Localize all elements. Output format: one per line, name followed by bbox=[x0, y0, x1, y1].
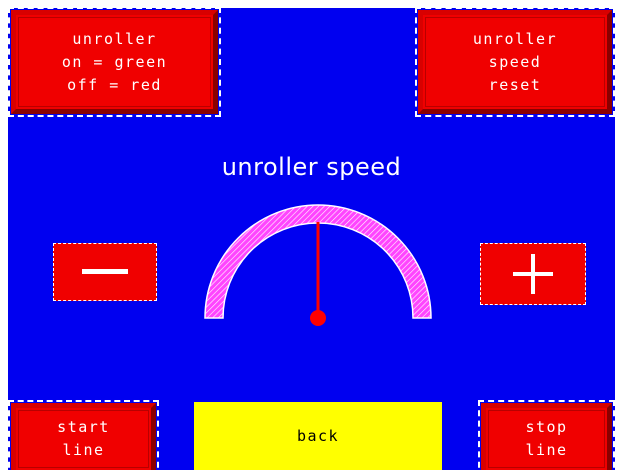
increase-speed-button[interactable] bbox=[480, 243, 586, 305]
stop-line-label-line-2: line bbox=[525, 441, 568, 459]
decrease-speed-button[interactable] bbox=[53, 243, 157, 301]
unroller-speed-reset-button[interactable]: unroller speed reset bbox=[415, 8, 615, 117]
start-line-label-line-1: start bbox=[57, 418, 110, 436]
start-line-button[interactable]: start line bbox=[8, 400, 159, 470]
control-screen: unroller on = green off = red unroller s… bbox=[8, 8, 615, 470]
speed-reset-label-line-3: reset bbox=[488, 75, 542, 94]
unroller-toggle-label-line-3: off = red bbox=[67, 75, 162, 94]
stop-line-label-line-1: stop bbox=[525, 418, 568, 436]
gauge-title: unroller speed bbox=[221, 153, 402, 181]
minus-icon bbox=[82, 269, 128, 274]
start-line-label-line-2: line bbox=[62, 441, 105, 459]
back-button[interactable]: back bbox=[194, 402, 442, 470]
unroller-toggle-label-line-2: on = green bbox=[61, 52, 168, 71]
unroller-toggle-button[interactable]: unroller on = green off = red bbox=[8, 8, 221, 117]
speed-reset-label-line-2: speed bbox=[488, 52, 542, 71]
gauge-pivot bbox=[310, 310, 326, 326]
speed-reset-label-line-1: unroller bbox=[472, 29, 558, 48]
stop-line-button[interactable]: stop line bbox=[478, 400, 615, 470]
back-button-label: back bbox=[296, 427, 340, 445]
plus-icon bbox=[513, 254, 553, 294]
unroller-toggle-label-line-1: unroller bbox=[72, 29, 157, 48]
speed-gauge bbox=[204, 204, 432, 326]
